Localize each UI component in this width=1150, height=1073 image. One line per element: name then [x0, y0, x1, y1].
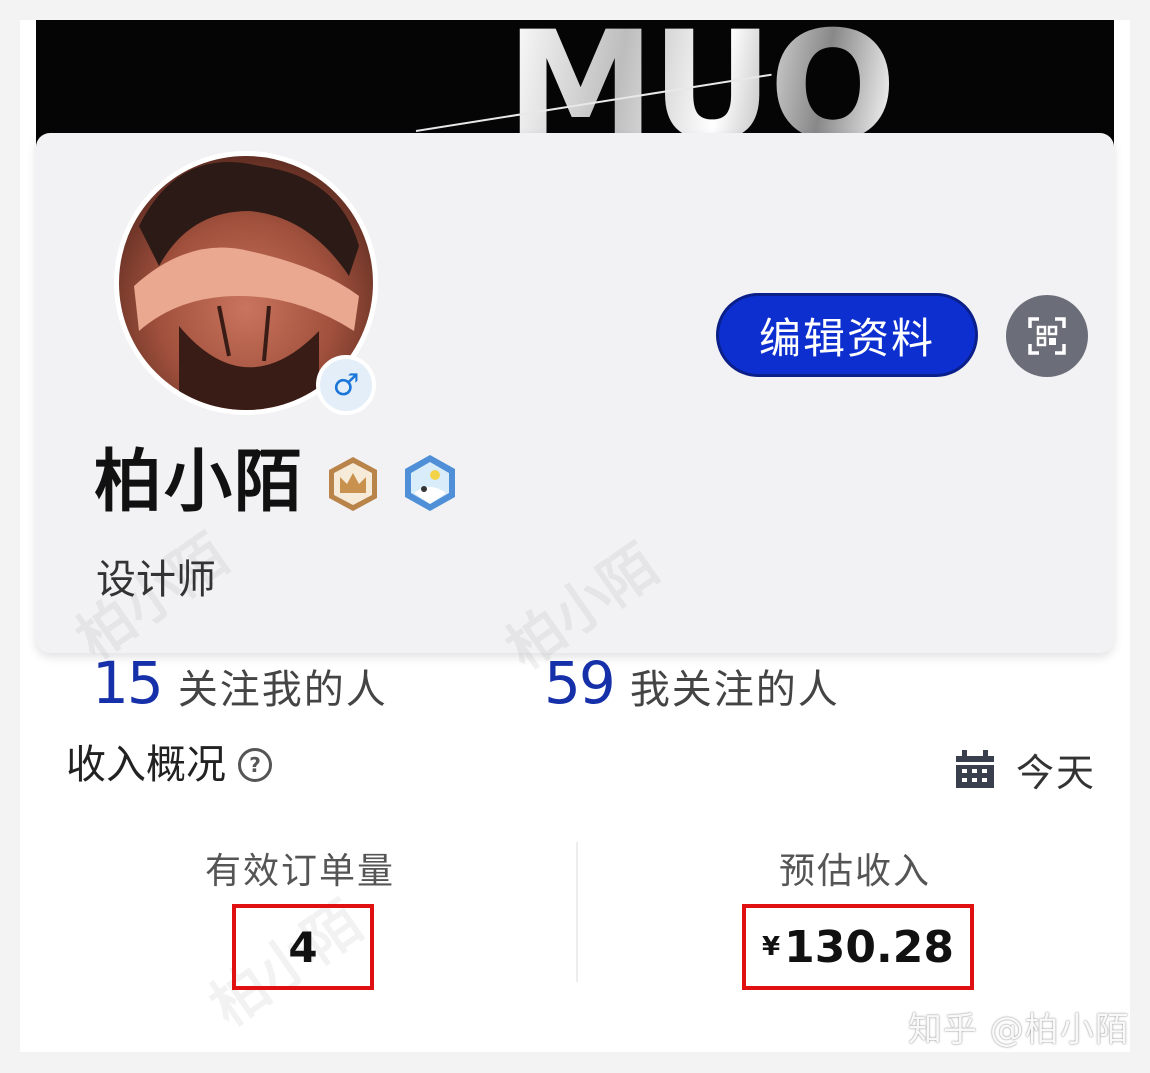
date-selector[interactable]: 今天	[954, 742, 1096, 797]
following-count: 59	[544, 649, 616, 717]
date-label: 今天	[1016, 751, 1097, 795]
profile-card: 柏小陌 柏小陌 ♂ 编辑资料 柏小陌 设计师 15 关注我的人 59 我关注的人	[36, 133, 1114, 715]
gender-male-icon: ♂	[316, 355, 376, 415]
estimated-income-box: ¥ 130.28	[742, 904, 974, 990]
orders-value-box: 4	[232, 904, 374, 990]
profile-screen: MUO 柏小陌 柏小陌 ♂ 编辑资料 柏小陌 设计师 15 关注我的人 59 我…	[20, 20, 1130, 1052]
estimated-income-value: 130.28	[784, 921, 954, 973]
followers-stat[interactable]: 15 关注我的人	[92, 651, 388, 715]
followers-label: 关注我的人	[177, 667, 388, 713]
qr-code-button[interactable]	[1006, 295, 1088, 377]
qr-scan-icon	[1028, 317, 1066, 355]
followers-count: 15	[92, 649, 164, 717]
estimated-income-label: 预估收入	[778, 851, 931, 892]
currency-symbol: ¥	[762, 932, 781, 962]
calendar-icon	[956, 749, 994, 788]
help-icon[interactable]: ?	[238, 748, 272, 782]
income-overview-title: 收入概况 ?	[66, 740, 272, 790]
source-watermark: 知乎 @柏小陌	[908, 1010, 1130, 1050]
user-bio: 设计师	[96, 557, 216, 603]
user-name: 柏小陌	[94, 443, 305, 522]
income-title-text: 收入概况	[66, 742, 226, 788]
metric-divider	[576, 842, 578, 982]
edit-profile-button[interactable]: 编辑资料	[716, 293, 978, 377]
crown-badge-icon[interactable]	[324, 455, 382, 513]
following-stat[interactable]: 59 我关注的人	[544, 651, 840, 715]
hexagon-badge-icon[interactable]	[402, 453, 458, 513]
following-label: 我关注的人	[629, 667, 840, 713]
orders-value: 4	[288, 922, 318, 972]
orders-label: 有效订单量	[204, 851, 395, 892]
